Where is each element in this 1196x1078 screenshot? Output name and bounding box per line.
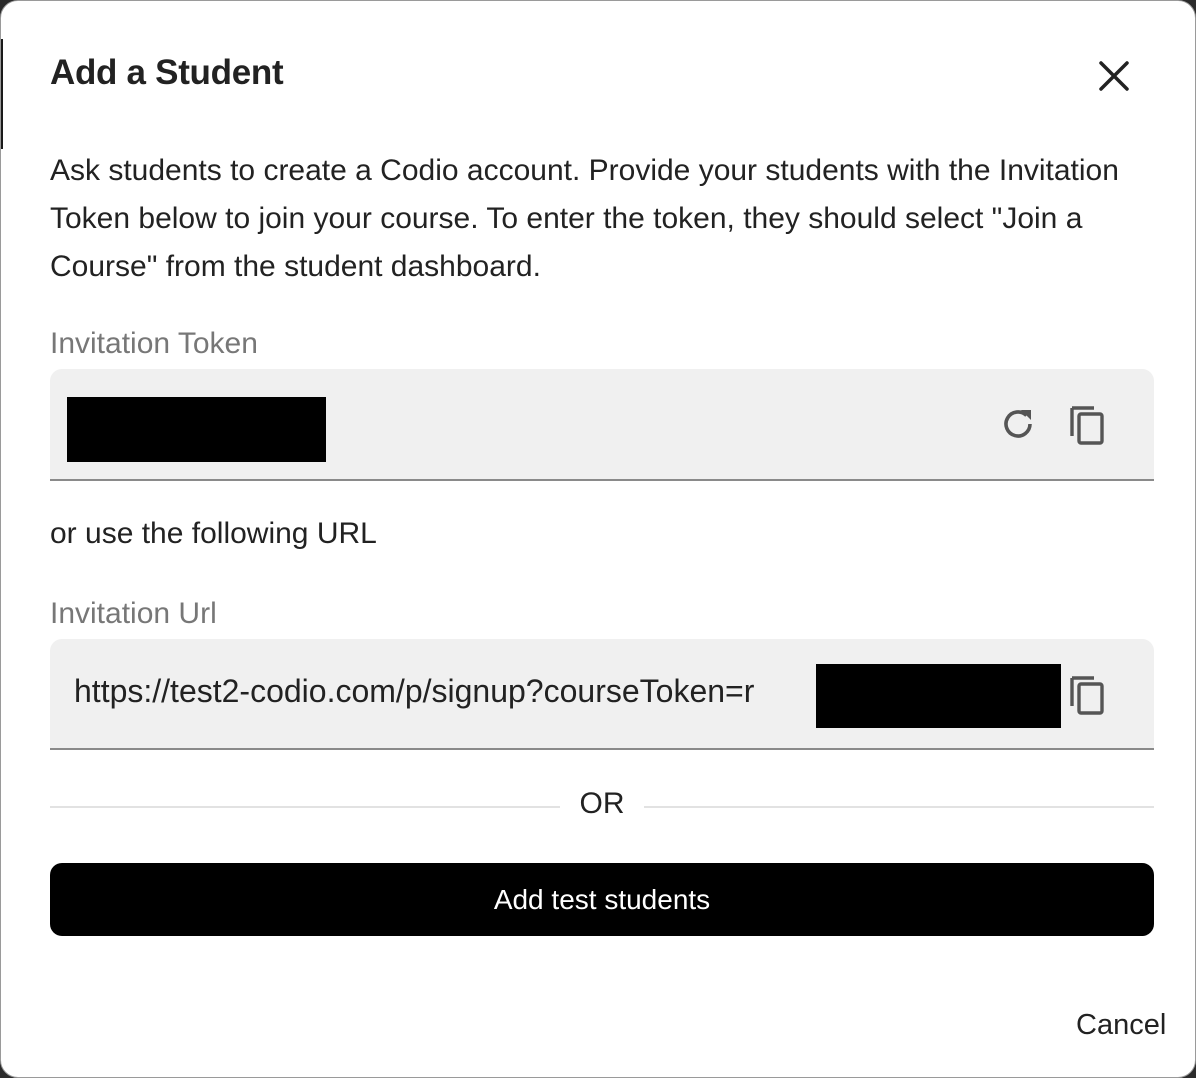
refresh-token-button[interactable] <box>994 400 1042 448</box>
add-test-students-button[interactable]: Add test students <box>50 863 1154 936</box>
invitation-url-field[interactable]: https://test2-codio.com/p/signup?courseT… <box>50 639 1154 750</box>
dialog-title: Add a Student <box>50 53 284 92</box>
copy-token-button[interactable] <box>1064 400 1112 448</box>
add-student-dialog: Add a Student Ask students to create a C… <box>0 0 1196 1078</box>
invitation-token-field[interactable] <box>50 369 1154 481</box>
dialog-description: Ask students to create a Codio account. … <box>50 154 1119 283</box>
copy-icon <box>1070 676 1104 715</box>
invitation-token-label: Invitation Token <box>50 327 258 360</box>
copy-icon <box>1070 406 1104 445</box>
close-icon <box>1099 61 1129 91</box>
close-button[interactable] <box>1091 53 1137 99</box>
window-edge-marker <box>1 39 3 149</box>
redacted-token-value <box>67 397 326 462</box>
divider-line-right <box>644 806 1154 808</box>
invitation-url-label: Invitation Url <box>50 597 217 630</box>
redacted-url-token <box>816 664 1061 728</box>
cancel-button[interactable]: Cancel <box>1061 1009 1181 1042</box>
refresh-icon <box>1004 410 1032 438</box>
or-divider-label: OR <box>579 787 625 820</box>
divider-line-left <box>50 806 560 808</box>
copy-url-button[interactable] <box>1064 670 1112 718</box>
alternative-url-text: or use the following URL <box>50 517 377 550</box>
invitation-url-value[interactable]: https://test2-codio.com/p/signup?courseT… <box>74 673 824 710</box>
